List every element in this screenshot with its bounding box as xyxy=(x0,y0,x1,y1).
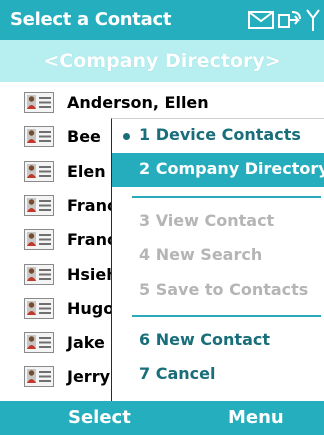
contact-name: Elen xyxy=(67,162,106,181)
menu-item-1[interactable]: 1 Device Contacts xyxy=(112,119,324,153)
menu-item-label: 6 New Contact xyxy=(139,330,270,349)
contact-name: Jerry xyxy=(67,367,111,386)
contact-name: Franc xyxy=(67,196,117,215)
contact-card-icon xyxy=(24,92,54,113)
contact-name: Jake xyxy=(67,333,105,352)
menu-item-label: 7 Cancel xyxy=(139,364,216,383)
title-bar: Select a Contact xyxy=(0,0,324,40)
menu-item-5[interactable]: 5 Save to Contacts xyxy=(112,274,324,308)
menu-item-2[interactable]: 2 Company Directory xyxy=(112,153,324,187)
contact-card-icon xyxy=(24,332,54,353)
select-softkey[interactable]: Select xyxy=(68,407,131,428)
page-title: Select a Contact xyxy=(10,9,172,30)
menu-item-4[interactable]: 4 New Search xyxy=(112,239,324,273)
status-icons xyxy=(248,8,320,32)
sync-icon[interactable] xyxy=(278,9,302,31)
contact-name: Anderson, Ellen xyxy=(67,93,209,112)
menu-separator xyxy=(132,196,321,198)
menu-softkey[interactable]: Menu xyxy=(228,407,284,428)
menu-item-label: 5 Save to Contacts xyxy=(139,280,309,299)
contact-name: Hugo xyxy=(67,299,115,318)
menu-item-label: 4 New Search xyxy=(139,245,263,264)
contact-card-icon xyxy=(24,264,54,285)
menu-item-7[interactable]: 7 Cancel xyxy=(112,358,324,392)
directory-selector[interactable]: <Company Directory> xyxy=(0,40,324,82)
softkey-bar: Select Menu xyxy=(0,401,324,435)
directory-label: <Company Directory> xyxy=(43,50,281,72)
contact-card-icon xyxy=(24,161,54,182)
menu-item-label: 3 View Contact xyxy=(139,211,275,230)
contact-card-icon xyxy=(24,195,54,216)
menu-item-3[interactable]: 3 View Contact xyxy=(112,205,324,239)
selected-bullet-icon xyxy=(123,133,130,140)
contact-card-icon xyxy=(24,366,54,387)
contact-name: Bee xyxy=(67,127,101,146)
contact-name: Franc xyxy=(67,230,117,249)
signal-icon[interactable] xyxy=(306,8,320,32)
contact-card-icon xyxy=(24,229,54,250)
contact-card-icon xyxy=(24,298,54,319)
list-item[interactable]: Anderson, Ellen xyxy=(0,86,324,120)
menu-item-6[interactable]: 6 New Contact xyxy=(112,324,324,358)
contact-card-icon xyxy=(24,126,54,147)
menu-item-label: 1 Device Contacts xyxy=(139,125,301,144)
context-menu: 1 Device Contacts 2 Company Directory 3 Vi… xyxy=(111,118,324,402)
message-icon[interactable] xyxy=(248,11,274,29)
menu-separator xyxy=(132,315,321,317)
menu-item-label: 2 Company Directory xyxy=(139,159,324,178)
